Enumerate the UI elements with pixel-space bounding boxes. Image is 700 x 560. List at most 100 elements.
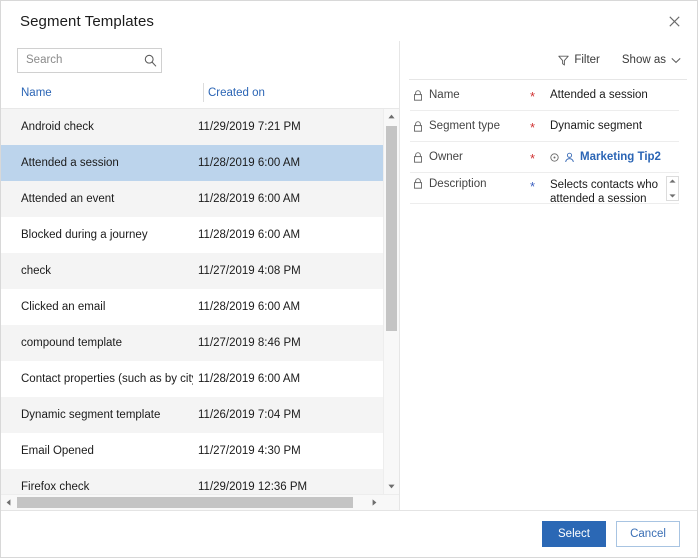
vertical-scrollbar-thumb[interactable] <box>386 126 397 331</box>
row-created-on-cell: 11/28/2019 6:00 AM <box>198 373 301 385</box>
column-divider <box>203 83 204 102</box>
table-row[interactable]: Android check 11/29/2019 7:21 PM <box>1 109 383 145</box>
cancel-button[interactable]: Cancel <box>616 521 680 547</box>
owner-link[interactable]: Marketing Tip2 <box>580 151 661 163</box>
table-row[interactable]: Firefox check 11/29/2019 12:36 PM <box>1 469 383 494</box>
row-name-cell: check <box>21 265 52 277</box>
spinner-down-icon <box>669 194 676 198</box>
field-label: Description <box>429 178 487 190</box>
row-name-cell: Clicked an email <box>21 301 106 313</box>
caret-down-icon <box>388 484 395 489</box>
show-as-label: Show as <box>621 54 666 66</box>
row-name-cell: Android check <box>21 121 94 133</box>
description-spinner[interactable] <box>666 176 679 201</box>
table-row[interactable]: Attended a session 11/28/2019 6:00 AM <box>1 145 383 181</box>
filter-button[interactable]: Filter <box>558 54 600 66</box>
dialog-titlebar: Segment Templates <box>1 1 697 41</box>
required-marker: * <box>530 88 536 104</box>
scroll-right-button[interactable] <box>367 495 382 510</box>
field-label: Segment type <box>429 120 500 132</box>
scroll-down-button[interactable] <box>384 479 399 494</box>
row-created-on-cell: 11/28/2019 6:00 AM <box>198 229 301 241</box>
row-name-cell: Email Opened <box>21 445 94 457</box>
details-toolbar: Filter Show as <box>400 41 697 79</box>
lock-icon-wrap <box>410 151 426 163</box>
caret-up-icon <box>388 114 395 119</box>
lock-icon-wrap <box>410 178 426 189</box>
field-value[interactable]: Dynamic segment <box>550 120 679 132</box>
caret-right-icon <box>372 499 377 506</box>
search-input[interactable] <box>18 54 139 66</box>
row-name-cell: Attended an event <box>21 193 115 205</box>
required-marker: * <box>530 179 536 194</box>
list-viewport: Android check 11/29/2019 7:21 PM Attended … <box>1 109 399 494</box>
filter-label: Filter <box>574 54 600 66</box>
close-icon <box>668 15 680 27</box>
column-header-name[interactable]: Name <box>21 87 52 99</box>
table-row[interactable]: check 11/27/2019 4:08 PM <box>1 253 383 289</box>
segment-templates-dialog: Segment Templates Search Name Created on… <box>0 0 698 558</box>
template-list: Android check 11/29/2019 7:21 PM Attended … <box>1 109 383 494</box>
row-created-on-cell: 11/28/2019 6:00 AM <box>198 301 301 313</box>
owner-field-value[interactable]: Marketing Tip2 <box>550 151 679 163</box>
scrollbar-corner <box>383 495 399 510</box>
lock-icon <box>414 151 422 163</box>
search-icon <box>144 54 156 67</box>
select-button[interactable]: Select <box>542 521 606 547</box>
detail-field-row: Segment type * Dynamic segment <box>410 111 679 142</box>
row-created-on-cell: 11/27/2019 8:46 PM <box>198 337 301 349</box>
row-created-on-cell: 11/27/2019 4:30 PM <box>198 445 301 457</box>
chevron-down-icon <box>671 57 681 64</box>
list-column-headers: Name Created on <box>1 79 399 109</box>
lock-icon <box>414 178 422 189</box>
row-created-on-cell: 11/29/2019 7:21 PM <box>198 121 301 133</box>
scroll-left-button[interactable] <box>1 495 16 510</box>
lock-icon-wrap <box>410 89 426 101</box>
row-name-cell: Attended a session <box>21 157 119 169</box>
description-value[interactable]: Selects contacts who attended a session <box>550 178 679 203</box>
lock-icon <box>414 120 422 132</box>
lock-icon <box>414 89 422 101</box>
row-name-cell: Dynamic segment template <box>21 409 161 421</box>
person-icon <box>565 152 574 162</box>
field-value[interactable]: Attended a session <box>550 89 679 101</box>
field-label: Name <box>429 89 460 101</box>
horizontal-scrollbar-thumb[interactable] <box>17 497 353 508</box>
table-row[interactable]: Email Opened 11/27/2019 4:30 PM <box>1 433 383 469</box>
circle-icon <box>550 152 559 162</box>
detail-field-row: Name * Attended a session <box>410 80 679 111</box>
row-created-on-cell: 11/27/2019 4:08 PM <box>198 265 301 277</box>
horizontal-scrollbar[interactable] <box>1 494 399 510</box>
template-list-panel: Name Created on Android check 11/29/2019 … <box>1 41 400 510</box>
search-row <box>1 41 399 79</box>
table-row[interactable]: Attended an event 11/28/2019 6:00 AM <box>1 181 383 217</box>
row-name-cell: Contact properties (such as by city) <box>21 373 193 385</box>
search-button[interactable] <box>139 54 161 67</box>
detail-field-row: Description * Selects contacts who attende… <box>410 173 679 204</box>
template-details-panel: Filter Show as Name * Attended a session Se… <box>400 41 697 510</box>
table-row[interactable]: Dynamic segment template 11/26/2019 7:04 … <box>1 397 383 433</box>
column-header-created-on[interactable]: Created on <box>208 87 265 99</box>
table-row[interactable]: compound template 11/27/2019 8:46 PM <box>1 325 383 361</box>
row-created-on-cell: 11/26/2019 7:04 PM <box>198 409 301 421</box>
field-label: Owner <box>429 151 463 163</box>
row-created-on-cell: 11/28/2019 6:00 AM <box>198 193 301 205</box>
row-created-on-cell: 11/29/2019 12:36 PM <box>198 481 308 493</box>
caret-left-icon <box>6 499 11 506</box>
vertical-scrollbar[interactable] <box>383 109 399 494</box>
dialog-footer: Select Cancel <box>1 510 697 557</box>
details-field-list: Name * Attended a session Segment type * Dyna… <box>400 80 697 204</box>
search-box[interactable] <box>17 47 162 73</box>
show-as-button[interactable]: Show as <box>622 54 681 66</box>
spinner-up-icon <box>669 179 676 183</box>
table-row[interactable]: Clicked an email 11/28/2019 6:00 AM <box>1 289 383 325</box>
table-row[interactable]: Contact properties (such as by city) 11/2… <box>1 361 383 397</box>
table-row[interactable]: Blocked during a journey 11/28/2019 6:00 … <box>1 217 383 253</box>
dialog-body: Name Created on Android check 11/29/2019 … <box>1 41 697 510</box>
funnel-icon <box>558 55 570 66</box>
close-button[interactable] <box>659 7 689 35</box>
row-name-cell: Firefox check <box>21 481 90 493</box>
row-name-cell: Blocked during a journey <box>21 229 148 241</box>
scroll-up-button[interactable] <box>384 109 399 124</box>
lock-icon-wrap <box>410 120 426 132</box>
